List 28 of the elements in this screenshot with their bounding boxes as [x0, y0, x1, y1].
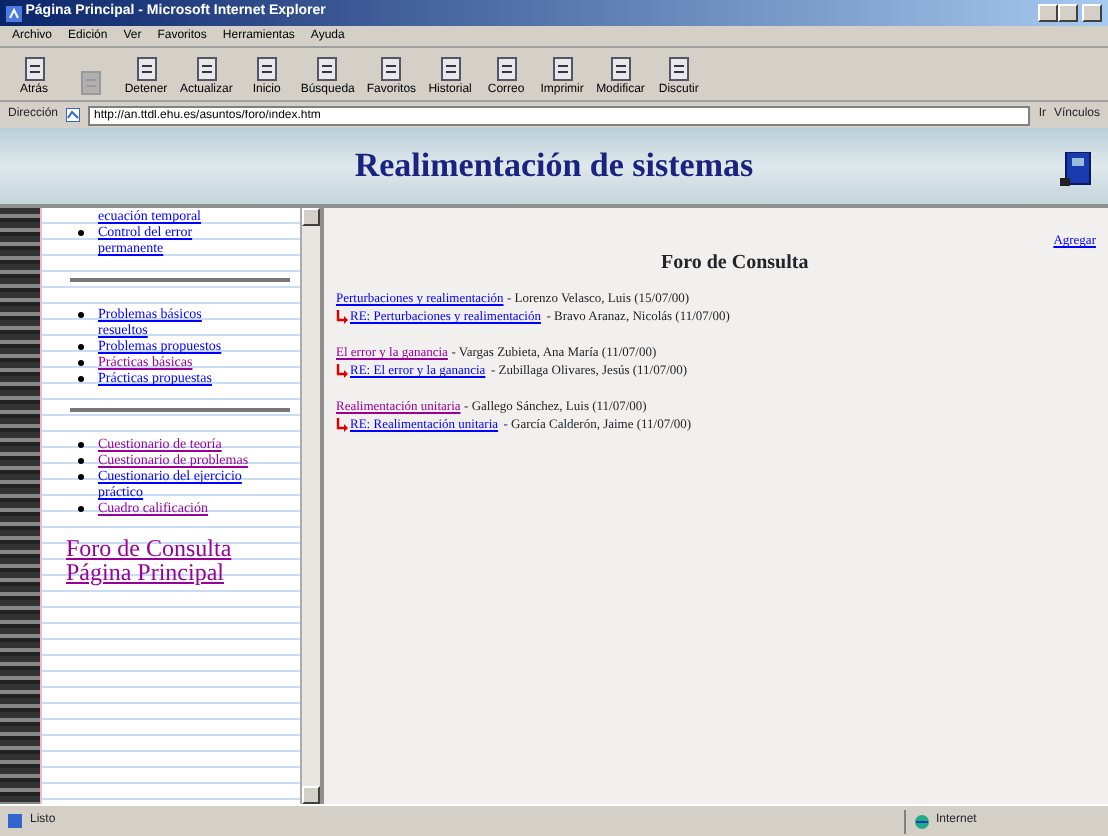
document-icon	[314, 56, 341, 82]
close-button[interactable]	[1082, 4, 1102, 22]
document-icon	[607, 56, 634, 82]
page-icon	[8, 814, 22, 828]
minimize-button[interactable]	[1038, 4, 1059, 22]
site-title: Realimentación de sistemas	[354, 145, 754, 187]
document-icon	[493, 56, 520, 82]
mailbox-icon	[1060, 152, 1092, 186]
document-icon	[437, 56, 464, 82]
reply-arrow-icon	[336, 364, 348, 378]
document-icon	[77, 70, 103, 96]
scrollbar[interactable]	[300, 208, 320, 804]
globe-icon	[914, 813, 930, 829]
document-icon	[378, 56, 405, 82]
document-icon	[133, 56, 159, 82]
document-icon	[665, 56, 692, 82]
document-icon	[549, 56, 576, 82]
document-icon	[193, 56, 220, 82]
reply-arrow-icon	[336, 310, 348, 324]
maximize-button[interactable]	[1058, 4, 1079, 22]
reply-arrow-icon	[336, 418, 348, 432]
document-icon	[21, 56, 47, 82]
document-icon	[253, 56, 280, 82]
ie-logo-icon	[6, 5, 22, 21]
page-icon	[66, 108, 81, 122]
nav-link[interactable]: Foro de Consulta	[66, 536, 232, 560]
forum-title: Foro de Consulta	[660, 250, 809, 276]
nav-link[interactable]: Página Principal	[66, 560, 224, 584]
